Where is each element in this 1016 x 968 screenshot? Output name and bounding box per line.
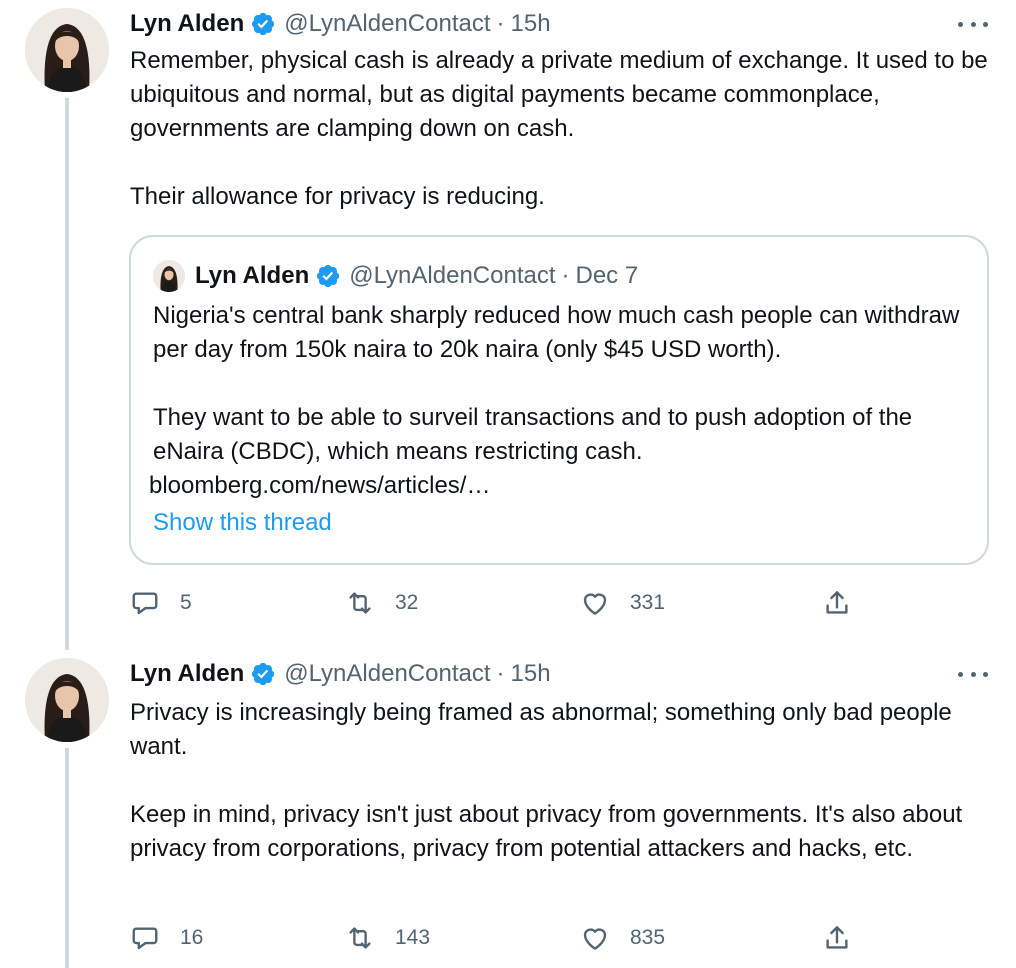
reply-button[interactable]: 16 <box>130 920 203 956</box>
reply-count: 16 <box>180 926 204 949</box>
reply-count: 5 <box>180 591 192 614</box>
author-handle[interactable]: @LynAldenContact <box>284 10 490 38</box>
reply-icon <box>132 592 158 615</box>
action-bar: 16 143 835 <box>130 920 860 956</box>
like-icon <box>583 593 607 615</box>
share-icon <box>826 926 848 949</box>
tweet-paragraph: Privacy is increasingly being framed as … <box>130 699 952 760</box>
avatar <box>153 260 185 292</box>
quoted-tweet[interactable]: Lyn Alden @LynAldenContact · Dec 7 Niger… <box>129 235 989 565</box>
tweet[interactable]: Lyn Alden @LynAldenContact · 15h Privacy… <box>0 650 1016 968</box>
quoted-tweet-header: Lyn Alden @LynAldenContact · Dec 7 <box>153 259 638 293</box>
thread-line <box>65 98 69 650</box>
link-text[interactable]: bloomberg.com/news/articles/… <box>149 469 973 503</box>
share-button[interactable] <box>822 920 852 956</box>
action-bar: 5 32 331 <box>130 585 860 621</box>
retweet-button[interactable]: 32 <box>345 585 418 621</box>
tweet-paragraph: Nigeria's central bank sharply reduced h… <box>153 302 960 363</box>
like-icon <box>583 928 607 950</box>
author-handle: @LynAldenContact <box>349 262 556 289</box>
tweet-header: Lyn Alden @LynAldenContact · 15h <box>130 658 551 690</box>
timestamp: Dec 7 <box>575 262 639 289</box>
tweet-paragraph: Keep in mind, privacy isn't just about p… <box>130 801 963 862</box>
timestamp[interactable]: 15h <box>511 660 551 688</box>
quoted-tweet-text: Nigeria's central bank sharply reduced h… <box>149 299 973 503</box>
more-icon[interactable] <box>958 14 988 34</box>
tweet[interactable]: Lyn Alden @LynAldenContact · 15h Remembe… <box>0 0 1016 650</box>
verified-badge-icon <box>250 661 276 687</box>
verified-badge-icon <box>250 11 276 37</box>
like-button[interactable]: 835 <box>580 920 665 956</box>
like-button[interactable]: 331 <box>580 585 665 621</box>
tweet-text: Privacy is increasingly being framed as … <box>130 696 990 866</box>
retweet-button[interactable]: 143 <box>345 920 430 956</box>
verified-badge-icon <box>315 263 341 289</box>
author-name[interactable]: Lyn Alden <box>130 10 244 38</box>
like-count: 835 <box>630 926 666 949</box>
tweet-paragraph: Their allowance for privacy is reducing. <box>130 183 545 210</box>
author-handle[interactable]: @LynAldenContact <box>284 660 490 688</box>
retweet-count: 143 <box>395 926 431 949</box>
reply-icon <box>132 927 158 950</box>
reply-button[interactable]: 5 <box>130 585 192 621</box>
tweet-text: Remember, physical cash is already a pri… <box>130 44 990 214</box>
show-thread-link[interactable]: Show this thread <box>153 509 332 537</box>
separator-dot: · <box>496 10 505 37</box>
author-name: Lyn Alden <box>195 262 310 289</box>
more-icon[interactable] <box>958 664 988 684</box>
share-icon <box>826 591 848 614</box>
retweet-icon <box>349 592 371 614</box>
author-name[interactable]: Lyn Alden <box>130 660 244 688</box>
like-count: 331 <box>630 591 666 614</box>
separator-dot: · <box>496 660 505 687</box>
retweet-icon <box>349 927 371 949</box>
avatar[interactable] <box>25 658 109 742</box>
share-button[interactable] <box>822 585 852 621</box>
thread-line <box>65 748 69 968</box>
avatar[interactable] <box>25 8 109 92</box>
separator-dot: · <box>561 262 570 289</box>
retweet-count: 32 <box>395 591 419 614</box>
tweet-header: Lyn Alden @LynAldenContact · 15h <box>130 8 551 40</box>
tweet-paragraph: They want to be able to surveil transact… <box>153 404 913 465</box>
timestamp[interactable]: 15h <box>511 10 551 38</box>
tweet-paragraph: Remember, physical cash is already a pri… <box>130 47 988 142</box>
